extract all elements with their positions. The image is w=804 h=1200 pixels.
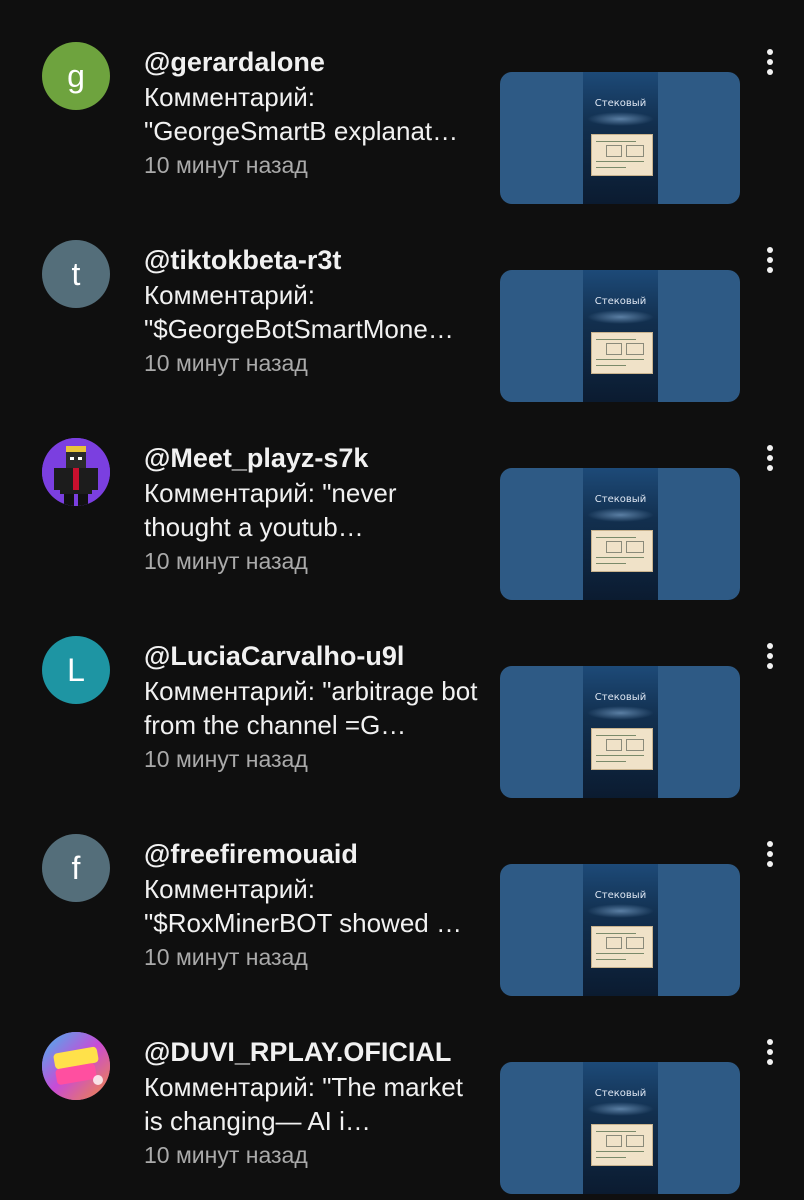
notification-item[interactable]: g @gerardalone Комментарий: "GeorgeSmart…	[0, 40, 804, 238]
thumbnail-document	[591, 1124, 653, 1166]
comment-preview: Комментарий: "never thought a youtub…	[144, 478, 397, 542]
notification-item[interactable]: L @LuciaCarvalho-u9l Комментарий: "arbit…	[0, 634, 804, 832]
avatar[interactable]: f	[42, 834, 110, 902]
notification-item[interactable]: @DUVI_RPLAY.OFICIAL Комментарий: "The ma…	[0, 1030, 804, 1200]
commenter-handle: @tiktokbeta-r3t	[144, 245, 342, 275]
thumbnail-frame: Стековый	[583, 72, 658, 204]
notification-text[interactable]: @LuciaCarvalho-u9l Комментарий: "arbitra…	[144, 640, 484, 774]
timestamp: 10 минут назад	[144, 152, 308, 178]
minecraft-character-icon	[42, 438, 110, 506]
thumbnail-document	[591, 926, 653, 968]
thumbnail-title: Стековый	[594, 494, 647, 505]
duvi-play-logo-icon	[42, 1032, 110, 1100]
avatar[interactable]	[42, 1032, 110, 1100]
thumbnail-glow	[587, 1102, 654, 1116]
comment-preview: Комментарий: "The market is changing— AI…	[144, 1072, 463, 1136]
video-thumbnail[interactable]: Стековый	[500, 1062, 740, 1194]
thumbnail-glow	[587, 706, 654, 720]
commenter-handle: @DUVI_RPLAY.OFICIAL	[144, 1037, 452, 1067]
notification-text[interactable]: @tiktokbeta-r3t Комментарий: "$GeorgeBot…	[144, 244, 484, 378]
commenter-handle: @Meet_playz-s7k	[144, 443, 369, 473]
notification-item[interactable]: @Meet_playz-s7k Комментарий: "never thou…	[0, 436, 804, 634]
commenter-handle: @freefiremouaid	[144, 839, 358, 869]
commenter-handle: @gerardalone	[144, 47, 325, 77]
video-thumbnail[interactable]: Стековый	[500, 468, 740, 600]
more-options-icon[interactable]	[756, 1036, 784, 1068]
avatar[interactable]: t	[42, 240, 110, 308]
comment-preview: Комментарий: "arbitrage bot from the cha…	[144, 676, 478, 740]
avatar[interactable]: g	[42, 42, 110, 110]
thumbnail-frame: Стековый	[583, 1062, 658, 1194]
thumbnail-title: Стековый	[594, 296, 647, 307]
video-thumbnail[interactable]: Стековый	[500, 270, 740, 402]
thumbnail-frame: Стековый	[583, 270, 658, 402]
notification-item[interactable]: t @tiktokbeta-r3t Комментарий: "$GeorgeB…	[0, 238, 804, 436]
timestamp: 10 минут назад	[144, 746, 308, 772]
thumbnail-document	[591, 728, 653, 770]
thumbnail-document	[591, 530, 653, 572]
notification-item[interactable]: f @freefiremouaid Комментарий: "$RoxMine…	[0, 832, 804, 1030]
thumbnail-glow	[587, 904, 654, 918]
avatar[interactable]: L	[42, 636, 110, 704]
thumbnail-glow	[587, 112, 654, 126]
avatar[interactable]	[42, 438, 110, 506]
thumbnail-glow	[587, 508, 654, 522]
commenter-handle: @LuciaCarvalho-u9l	[144, 641, 405, 671]
comment-preview: Комментарий: "$GeorgeBotSmartMone…	[144, 280, 454, 344]
timestamp: 10 минут назад	[144, 350, 308, 376]
more-options-icon[interactable]	[756, 442, 784, 474]
thumbnail-frame: Стековый	[583, 666, 658, 798]
video-thumbnail[interactable]: Стековый	[500, 864, 740, 996]
thumbnail-document	[591, 332, 653, 374]
timestamp: 10 минут назад	[144, 1142, 308, 1168]
more-options-icon[interactable]	[756, 838, 784, 870]
notification-text[interactable]: @DUVI_RPLAY.OFICIAL Комментарий: "The ma…	[144, 1036, 484, 1170]
thumbnail-title: Стековый	[594, 692, 647, 703]
thumbnail-frame: Стековый	[583, 864, 658, 996]
thumbnail-frame: Стековый	[583, 468, 658, 600]
thumbnail-title: Стековый	[594, 1088, 647, 1099]
notification-text[interactable]: @Meet_playz-s7k Комментарий: "never thou…	[144, 442, 484, 576]
comment-preview: Комментарий: "GeorgeSmartB explanat…	[144, 82, 459, 146]
more-options-icon[interactable]	[756, 244, 784, 276]
video-thumbnail[interactable]: Стековый	[500, 666, 740, 798]
notification-text[interactable]: @freefiremouaid Комментарий: "$RoxMinerB…	[144, 838, 484, 972]
notification-text[interactable]: @gerardalone Комментарий: "GeorgeSmartB …	[144, 46, 484, 180]
thumbnail-title: Стековый	[594, 890, 647, 901]
thumbnail-document	[591, 134, 653, 176]
thumbnail-title: Стековый	[594, 98, 647, 109]
timestamp: 10 минут назад	[144, 548, 308, 574]
timestamp: 10 минут назад	[144, 944, 308, 970]
notification-list: g @gerardalone Комментарий: "GeorgeSmart…	[0, 0, 804, 1200]
comment-preview: Комментарий: "$RoxMinerBOT showed …	[144, 874, 462, 938]
more-options-icon[interactable]	[756, 46, 784, 78]
more-options-icon[interactable]	[756, 640, 784, 672]
video-thumbnail[interactable]: Стековый	[500, 72, 740, 204]
thumbnail-glow	[587, 310, 654, 324]
